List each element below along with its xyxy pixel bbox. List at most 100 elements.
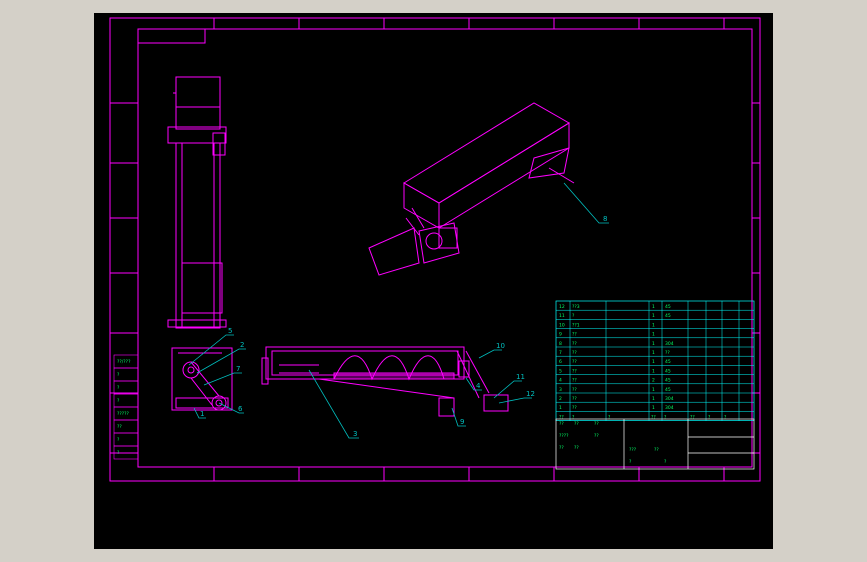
title-block-cell: ???? [559,433,569,439]
title-block-text: ??????????????????????? [559,421,667,465]
bom-cell: 7 [559,350,562,356]
bom-cell: ?? [665,350,670,356]
bom-cell: ??3 [572,304,580,310]
bom-cell: 45 [665,313,671,319]
bom-cell: ?? [572,405,577,411]
bom-cell: ?? [572,332,577,338]
bom-header-cell: ? [572,414,575,420]
bom-cell: ?? [572,378,577,384]
title-block-cell: ?? [654,447,659,453]
side-table-cell: ??/??? [117,359,131,365]
bom-cell: 1 [652,359,655,365]
side-table-cell: ? [117,398,120,404]
bom-outline [555,300,755,421]
bom-cell: 304 [665,396,674,402]
leader-line [498,397,532,404]
balloon-label: 9 [460,418,464,426]
bom-cell: 11 [559,313,565,319]
bom-header-cell: ? [724,414,727,420]
bom-cell: ?? [572,368,577,374]
bom-cell: ??1 [572,322,580,328]
bom-header-cell: ?? [651,414,656,420]
bom-header-cell: ? [608,414,611,420]
cad-viewport[interactable]: 8 5 2 7 6 1 3 4 9 10 11 12 12 ??3 1 45 11? 1 45 10 ??1 1 9?? 1… [94,13,773,549]
bom-cell: 5 [559,368,562,374]
bom-cell: 8 [559,341,562,347]
bom-cell: 45 [665,359,671,365]
balloon-label: 10 [496,342,505,350]
leader-lines [188,182,609,439]
bom-cell: 3 [559,387,562,393]
title-block-cell: ?? [574,421,579,427]
bom-cell: 12 [559,304,565,310]
balloon-label: 11 [516,373,525,381]
bom-header-cell: ? [664,414,667,420]
balloon-label: 3 [353,430,357,438]
screw-conveyor-view [261,346,509,417]
bom-cell: 1 [652,304,655,310]
balloon-label: 12 [526,390,535,398]
bom-cell: ?? [572,396,577,402]
bom-cell: 1 [652,405,655,411]
isometric-view [368,102,575,276]
bom-header-cell: ?? [690,414,695,420]
bom-cell: 45 [665,304,671,310]
bom-cell: 1 [652,396,655,402]
bom-cell: 45 [665,387,671,393]
title-block-cell: ?? [594,433,599,439]
bom-cell: ?? [572,341,577,347]
leader-line [308,369,359,439]
bom-cell: 45 [665,378,671,384]
side-table-cell: ?? [117,424,122,430]
bom-cell: 1 [652,387,655,393]
title-block-cell: ?? [559,421,564,427]
assembly-drawing: 852761349101112 12 ??3 1 4511? 1 4510 ??1 19?? 1… [109,17,761,482]
title-block-cell: ?? [559,445,564,451]
bom-cell: 2 [652,378,655,384]
bom-cell: ?? [572,387,577,393]
balloon-label: 2 [240,341,244,349]
bom-cell: 2 [559,396,562,402]
bom-table: 12 ??3 1 4511? 1 4510 ??1 19?? 18?? 1 3047?? 1 ??6??… [555,300,755,421]
title-block [555,418,755,470]
leader-line [203,372,242,386]
bom-cell: 1 [652,341,655,347]
side-view-small [171,347,233,411]
title-block-cell: ??? [629,447,637,453]
bom-cell: 304 [665,341,674,347]
balloon-label: 5 [228,327,232,335]
title-block-cell: ?? [594,421,599,427]
side-table-cell: ????? [117,411,130,417]
leader-line [188,334,234,366]
side-table-cell: ? [117,437,120,443]
balloon-label: 1 [200,410,204,418]
balloon-label: 4 [476,382,481,390]
bom-cell: 1 [652,322,655,328]
bom-cell: 45 [665,368,671,374]
side-table-cell: ? [117,372,120,378]
vertical-elevator-view [167,76,227,329]
title-block-cell: ? [664,459,667,465]
bom-cell: 304 [665,405,674,411]
bom-cell: 6 [559,359,562,365]
title-block-cell: ? [629,459,632,465]
balloon-label: 6 [238,405,243,413]
side-table-cell: ? [117,385,120,391]
bom-cell: 4 [559,378,562,384]
leader-line [478,349,502,359]
bom-cell: 1 [652,332,655,338]
bom-cell: 1 [652,368,655,374]
corner-tab [138,29,206,44]
balloon-label: 7 [236,365,240,373]
bom-cell: ? [572,313,575,319]
title-block-cell: ?? [574,445,579,451]
bom-header-cell: ? [708,414,711,420]
balloon-label: 8 [603,215,607,223]
bom-cell: 1 [652,313,655,319]
side-stamp-table: ??/??????????????? [113,354,139,460]
bom-cell: ?? [572,359,577,365]
bom-cell: 9 [559,332,562,338]
bom-cell: ?? [572,350,577,356]
bom-header-cell: ?? [559,414,564,420]
balloon-labels: 852761349101112 [200,215,607,438]
